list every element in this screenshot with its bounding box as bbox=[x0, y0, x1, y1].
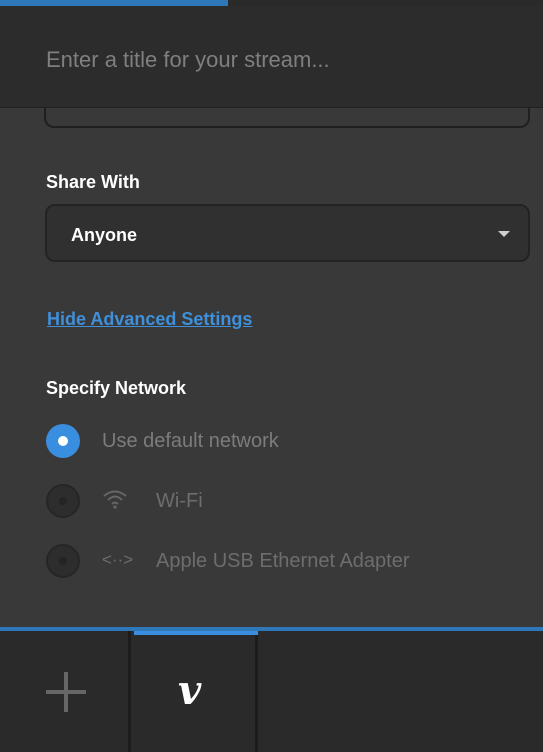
radio-button-selected[interactable] bbox=[46, 424, 80, 458]
network-option-ethernet[interactable]: <··> Apple USB Ethernet Adapter bbox=[46, 542, 526, 578]
ethernet-icon: <··> bbox=[102, 550, 134, 569]
network-option-label: Apple USB Ethernet Adapter bbox=[156, 550, 410, 572]
radio-button[interactable] bbox=[46, 544, 80, 578]
radio-button[interactable] bbox=[46, 484, 80, 518]
share-with-selected-value: Anyone bbox=[71, 225, 138, 245]
wifi-icon bbox=[102, 488, 132, 514]
destination-tab-bar: v bbox=[0, 631, 543, 752]
vimeo-icon: v bbox=[178, 667, 202, 714]
network-option-wifi[interactable]: Wi-Fi bbox=[46, 482, 526, 518]
chevron-down-icon bbox=[498, 231, 510, 237]
hide-advanced-settings-link[interactable]: Hide Advanced Settings bbox=[47, 309, 252, 330]
stream-settings-panel: Share With Anyone Hide Advanced Settings… bbox=[0, 0, 543, 752]
add-destination-tab[interactable] bbox=[0, 631, 131, 752]
stream-title-input[interactable] bbox=[46, 30, 526, 90]
stream-settings-frame: Share With Anyone Hide Advanced Settings… bbox=[0, 0, 543, 752]
vimeo-tab[interactable]: v bbox=[134, 631, 258, 752]
share-with-label: Share With bbox=[46, 172, 140, 192]
network-option-label: Use default network bbox=[102, 430, 279, 452]
specify-network-label: Specify Network bbox=[46, 378, 187, 398]
share-with-dropdown[interactable]: Anyone bbox=[45, 204, 530, 262]
title-field-container bbox=[0, 6, 543, 108]
network-option-default[interactable]: Use default network bbox=[46, 422, 526, 458]
active-tab-indicator bbox=[134, 631, 258, 635]
network-option-label: Wi-Fi bbox=[156, 490, 203, 512]
